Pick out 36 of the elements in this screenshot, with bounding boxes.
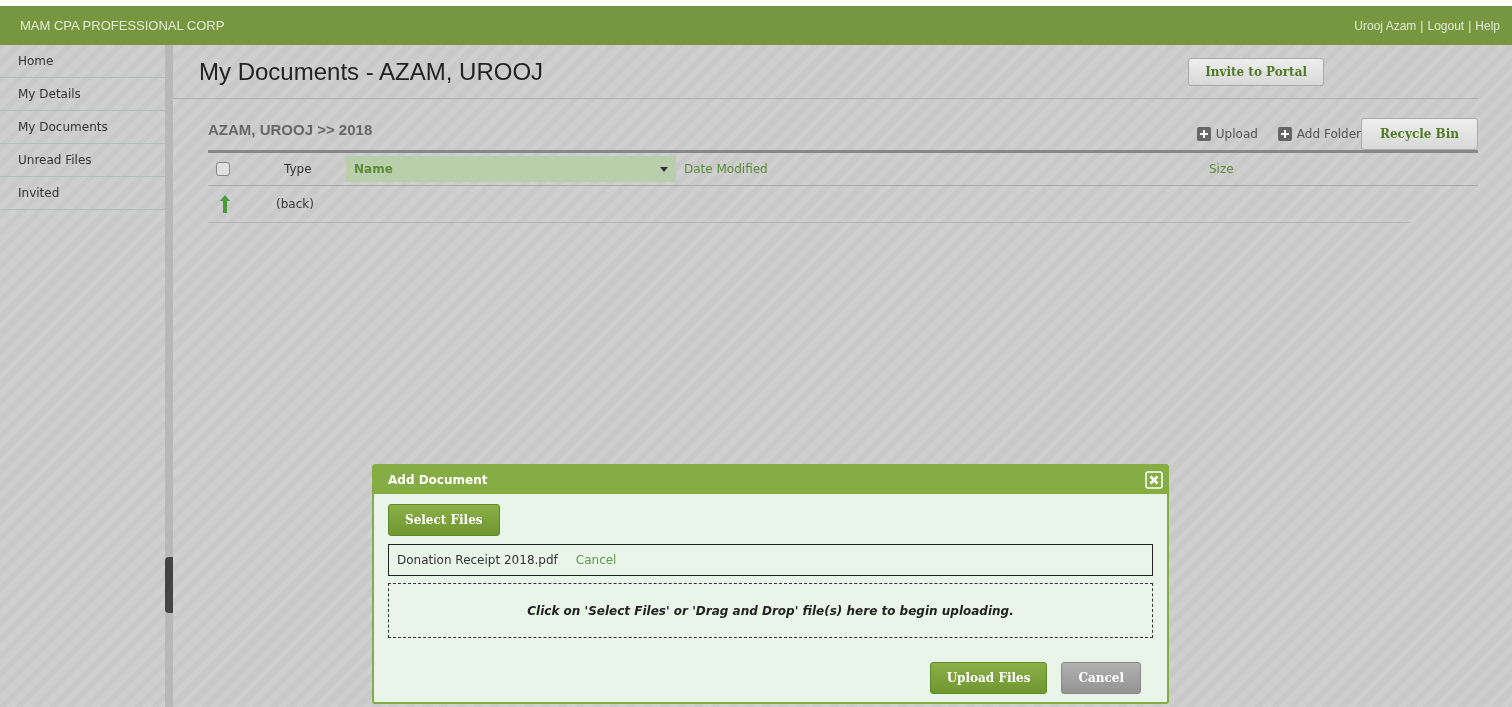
column-header[interactable]: Date Modified — [676, 156, 1201, 182]
table-cell[interactable]: (back) — [276, 197, 314, 211]
column-header[interactable]: Type — [276, 156, 346, 182]
sort-caret-icon — [660, 166, 668, 172]
upload-files-button[interactable]: Upload Files — [929, 662, 1048, 694]
invite-button[interactable]: Invite to Portal — [1188, 57, 1324, 86]
sidebar-item[interactable]: Home — [0, 45, 165, 78]
upload-link[interactable]: Upload — [1196, 127, 1258, 141]
column-header[interactable]: Size — [1201, 156, 1471, 182]
plus-icon[interactable] — [1277, 127, 1292, 141]
page-title: My Documents - AZAM, UROOJ — [199, 57, 544, 86]
separator: | — [1468, 18, 1472, 33]
header-link[interactable]: Help — [1475, 18, 1500, 33]
up-arrow-icon[interactable] — [220, 195, 230, 213]
separator: | — [1420, 18, 1424, 33]
header-link[interactable]: Logout — [1427, 18, 1465, 33]
brand-name: MAM CPA PROFESSIONAL CORP — [20, 18, 225, 33]
column-header[interactable]: Name — [346, 156, 676, 182]
header-link[interactable]: Urooj Azam — [1354, 18, 1417, 33]
plus-icon[interactable] — [1196, 127, 1211, 141]
file-name: Donation Receipt 2018.pdf — [397, 553, 558, 567]
add-folder-link[interactable]: Add Folder — [1277, 127, 1361, 141]
collapse-handle[interactable] — [165, 557, 173, 613]
sidebar-item[interactable]: My Details — [0, 78, 165, 111]
cancel-button[interactable]: Cancel — [1061, 662, 1141, 694]
sidebar-item[interactable]: Invited — [0, 177, 165, 210]
cancel-link[interactable]: Cancel — [575, 553, 617, 567]
select-all-checkbox[interactable] — [216, 162, 230, 176]
breadcrumb: AZAM, UROOJ >> 2018 — [208, 121, 373, 140]
sidebar-item[interactable]: Unread Files — [0, 144, 165, 177]
sidebar-item[interactable]: My Documents — [0, 111, 165, 144]
drop-zone[interactable]: Click on 'Select Files' or 'Drag and Drop' file(s) here to begin uploading. — [388, 583, 1153, 638]
select-files-button[interactable]: Select Files — [388, 504, 500, 536]
close-icon[interactable] — [1145, 471, 1163, 489]
dialog-title: Add Document — [388, 473, 488, 487]
recycle-bin-button[interactable]: Recycle Bin — [1361, 118, 1478, 150]
